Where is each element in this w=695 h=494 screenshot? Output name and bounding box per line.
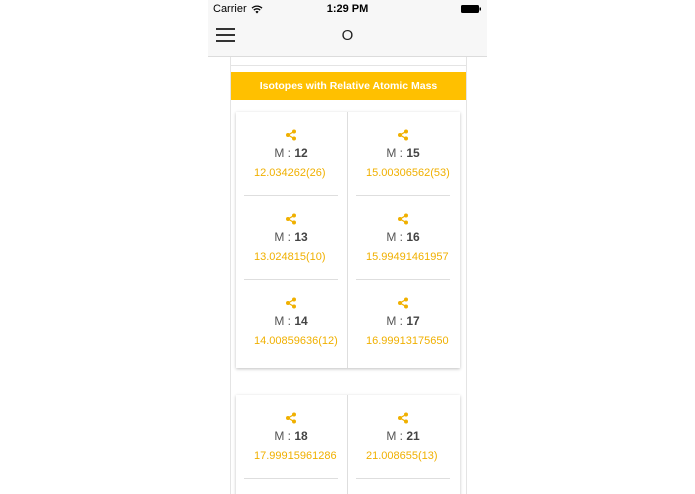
divider (231, 65, 466, 66)
isotope-card: M : 18 17.99915961286 M : 21 21.008655(1… (236, 395, 460, 494)
mass-number: 15 (406, 146, 420, 160)
mass-prefix: M : (386, 146, 407, 160)
atomic-mass-value: 21.008655(13) (366, 450, 438, 462)
share-icon[interactable] (397, 213, 409, 225)
section-title: Isotopes with Relative Atomic Mass (259, 80, 438, 92)
row-divider (356, 478, 450, 479)
atomic-mass-value: 15.99491461957 (366, 251, 449, 263)
share-icon[interactable] (285, 213, 297, 225)
share-icon[interactable] (285, 297, 297, 309)
share-icon[interactable] (397, 297, 409, 309)
row-divider (244, 478, 338, 479)
isotope-card: M : 12 12.034262(26) M : 15 15.00306562(… (236, 112, 460, 368)
mass-number-line: M : 15 (348, 146, 458, 160)
share-icon[interactable] (285, 129, 297, 141)
mass-prefix: M : (386, 314, 407, 328)
mass-prefix: M : (274, 146, 295, 160)
battery-icon (461, 5, 481, 13)
mass-prefix: M : (274, 230, 295, 244)
share-icon[interactable] (397, 412, 409, 424)
mass-number-line: M : 13 (236, 230, 346, 244)
mass-prefix: M : (274, 429, 295, 443)
status-time: 1:29 PM (326, 3, 369, 15)
mass-prefix: M : (274, 314, 295, 328)
share-icon[interactable] (285, 412, 297, 424)
atomic-mass-value: 16.99913175650 (366, 335, 449, 347)
status-bar: Carrier 1:29 PM (208, 0, 487, 18)
section-header: Isotopes with Relative Atomic Mass (231, 72, 466, 100)
isotope-cell-14[interactable]: M : 14 14.00859636(12) (236, 280, 346, 364)
mass-number: 13 (294, 230, 308, 244)
mass-prefix: M : (386, 230, 407, 244)
mass-prefix: M : (386, 429, 407, 443)
mass-number: 21 (406, 429, 420, 443)
navigation-bar: O (208, 18, 487, 57)
mass-number-line: M : 14 (236, 314, 346, 328)
mass-number-line: M : 12 (236, 146, 346, 160)
mass-number: 18 (294, 429, 308, 443)
isotope-content[interactable]: Isotopes with Relative Atomic Mass M : 1… (230, 57, 467, 494)
mass-number: 16 (406, 230, 420, 244)
atomic-mass-value: 13.024815(10) (254, 251, 326, 263)
isotope-cell-21[interactable]: M : 21 21.008655(13) (348, 395, 458, 479)
atomic-mass-value: 17.99915961286 (254, 450, 337, 462)
atomic-mass-value: 14.00859636(12) (254, 335, 338, 347)
atomic-mass-value: 12.034262(26) (254, 167, 326, 179)
page-title: O (341, 27, 354, 44)
isotope-cell-12[interactable]: M : 12 12.034262(26) (236, 112, 346, 196)
isotope-cell-13[interactable]: M : 13 13.024815(10) (236, 196, 346, 280)
isotope-cell-15[interactable]: M : 15 15.00306562(53) (348, 112, 458, 196)
isotope-cell-16[interactable]: M : 16 15.99491461957 (348, 196, 458, 280)
atomic-mass-value: 15.00306562(53) (366, 167, 450, 179)
mass-number-line: M : 18 (236, 429, 346, 443)
mass-number-line: M : 16 (348, 230, 458, 244)
isotope-cell-17[interactable]: M : 17 16.99913175650 (348, 280, 458, 364)
mass-number: 14 (294, 314, 308, 328)
mass-number: 17 (406, 314, 420, 328)
mass-number-line: M : 17 (348, 314, 458, 328)
mass-number: 12 (294, 146, 308, 160)
mass-number-line: M : 21 (348, 429, 458, 443)
share-icon[interactable] (397, 129, 409, 141)
isotope-cell-18[interactable]: M : 18 17.99915961286 (236, 395, 346, 479)
app-screen: Carrier 1:29 PM O Isotopes with Relative… (208, 0, 487, 494)
